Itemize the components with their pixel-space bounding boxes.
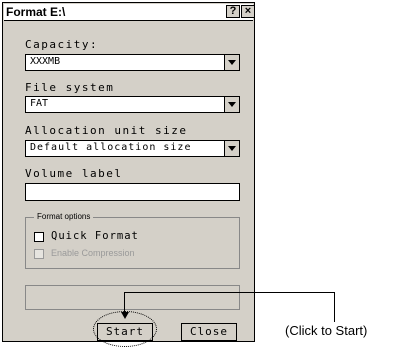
- close-window-button[interactable]: ×: [241, 5, 255, 18]
- file-system-value: FAT: [30, 98, 49, 109]
- help-button[interactable]: ?: [226, 5, 240, 18]
- volume-label-input[interactable]: [25, 183, 240, 201]
- quick-format-checkbox[interactable]: [34, 232, 44, 242]
- quick-format-label[interactable]: Quick Format: [51, 230, 139, 242]
- callout-text: (Click to Start): [285, 323, 368, 338]
- callout-line-horizontal: [124, 292, 335, 293]
- callout-arrow-icon: [121, 312, 129, 319]
- title-bar: Format E:\ ? ×: [4, 4, 255, 21]
- allocation-label: Allocation unit size: [25, 124, 188, 137]
- allocation-value: Default allocation size: [30, 142, 192, 153]
- window-title: Format E:\: [6, 5, 66, 19]
- file-system-label: File system: [25, 81, 115, 94]
- allocation-select[interactable]: Default allocation size: [25, 140, 240, 157]
- file-system-select[interactable]: FAT: [25, 96, 240, 113]
- chevron-down-icon[interactable]: [224, 141, 239, 156]
- capacity-value: XXXMB: [30, 56, 61, 67]
- capacity-label: Capacity:: [25, 38, 99, 51]
- enable-compression-label: Enable Compression: [51, 248, 135, 258]
- volume-label-label: Volume label: [25, 167, 123, 180]
- chevron-down-icon[interactable]: [224, 55, 239, 70]
- enable-compression-checkbox: [34, 249, 44, 259]
- format-options-group: Format options Quick Format Enable Compr…: [25, 212, 240, 269]
- chevron-down-icon[interactable]: [224, 97, 239, 112]
- format-options-label: Format options: [34, 212, 94, 221]
- format-dialog: Format E:\ ? × Capacity: XXXMB File syst…: [2, 2, 255, 342]
- progress-bar: [25, 285, 240, 310]
- capacity-select[interactable]: XXXMB: [25, 54, 240, 71]
- callout-line-right: [334, 292, 335, 322]
- close-button[interactable]: Close: [181, 323, 237, 341]
